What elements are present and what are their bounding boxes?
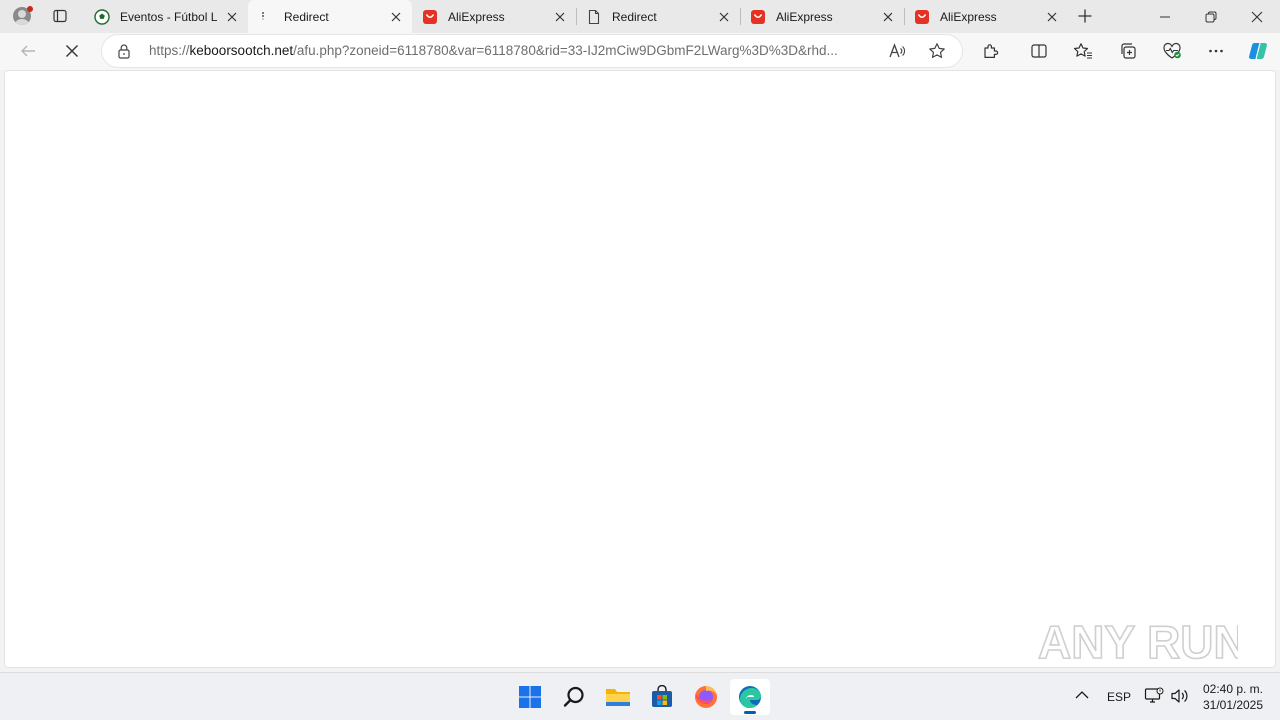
- search-button[interactable]: [554, 679, 594, 715]
- show-hidden-icons-button[interactable]: [1074, 687, 1090, 706]
- store-icon: [652, 685, 672, 707]
- settings-more-button[interactable]: [1201, 37, 1231, 65]
- close-window-button[interactable]: [1234, 0, 1280, 33]
- page-content[interactable]: [4, 70, 1276, 668]
- collections-button[interactable]: [1113, 37, 1143, 65]
- aliexpress-icon: [914, 9, 930, 25]
- url-host: keboorsootch.net: [189, 43, 294, 58]
- tab-title: AliExpress: [940, 9, 997, 24]
- tab-redirect-2[interactable]: Redirect: [576, 0, 740, 33]
- new-tab-button[interactable]: [1070, 4, 1100, 28]
- plus-icon: [1078, 9, 1092, 23]
- clock-date: 31/01/2025: [1202, 698, 1264, 712]
- microsoft-store-button[interactable]: [642, 679, 682, 715]
- search-icon: [563, 686, 584, 707]
- aliexpress-icon: [750, 9, 766, 25]
- anyrun-watermark: ANY RUN: [1037, 608, 1247, 669]
- url-scheme: https://: [149, 43, 190, 58]
- read-aloud-icon[interactable]: [884, 39, 910, 63]
- folder-icon: [606, 689, 630, 706]
- notification-dot: [27, 6, 33, 12]
- back-arrow-icon: [21, 45, 35, 57]
- more-dots-icon: [1209, 49, 1223, 53]
- stop-loading-button[interactable]: [57, 37, 87, 65]
- restore-icon: [1205, 11, 1217, 22]
- tab-title: Eventos - Fútbol Li: [120, 9, 218, 24]
- input-language-indicator[interactable]: ESP: [1107, 690, 1131, 704]
- clock-time: 02:40 p. m.: [1202, 682, 1264, 696]
- tab-redirect-active[interactable]: Redirect: [248, 0, 412, 33]
- firefox-button[interactable]: [686, 679, 726, 715]
- url-text[interactable]: https://keboorsootch.net/afu.php?zoneid=…: [149, 43, 877, 58]
- loading-icon: [258, 9, 274, 25]
- close-tab-icon[interactable]: [1044, 9, 1060, 25]
- tab-actions-icon: [53, 9, 67, 23]
- favorites-icon: [1073, 43, 1092, 59]
- tab-title: AliExpress: [776, 9, 833, 24]
- aliexpress-icon: [422, 9, 438, 25]
- watermark-text-any: ANY RUN: [1038, 616, 1238, 668]
- puzzle-piece-icon: [984, 44, 999, 58]
- windows-logo-icon: [519, 686, 541, 708]
- network-monitor-icon: [1144, 687, 1164, 703]
- close-tab-icon[interactable]: [388, 9, 404, 25]
- favorites-button[interactable]: [1068, 37, 1098, 65]
- start-button[interactable]: [510, 679, 550, 715]
- address-bar[interactable]: https://keboorsootch.net/afu.php?zoneid=…: [102, 35, 962, 67]
- soccer-ball-icon: [94, 8, 110, 25]
- tab-aliexpress-3[interactable]: AliExpress: [904, 0, 1068, 33]
- firefox-icon: [695, 686, 717, 708]
- split-screen-button[interactable]: [1024, 37, 1054, 65]
- tab-list: Eventos - Fútbol Li Redirect AliExpress: [84, 0, 1068, 33]
- system-clock[interactable]: 02:40 p. m. 31/01/2025: [1198, 681, 1268, 713]
- edge-icon: [739, 686, 761, 708]
- close-tab-icon[interactable]: [552, 9, 568, 25]
- lock-icon[interactable]: [116, 43, 132, 59]
- file-explorer-button[interactable]: [598, 679, 638, 715]
- edge-browser-button[interactable]: [730, 679, 770, 715]
- url-path: /afu.php?zoneid=6118780&var=6118780&rid=…: [293, 43, 838, 58]
- stop-icon: [66, 45, 78, 57]
- tab-strip: Eventos - Fútbol Li Redirect AliExpress: [0, 0, 1280, 33]
- extensions-button[interactable]: [976, 37, 1006, 65]
- page-icon: [586, 9, 602, 25]
- restore-button[interactable]: [1188, 0, 1234, 33]
- close-tab-icon[interactable]: [880, 9, 896, 25]
- volume-button[interactable]: [1170, 687, 1190, 708]
- heart-pulse-icon: [1163, 42, 1181, 59]
- back-button[interactable]: [13, 37, 43, 65]
- copilot-icon: [1249, 42, 1267, 60]
- chevron-up-icon: [1075, 691, 1089, 699]
- split-screen-icon: [1031, 44, 1047, 58]
- tab-title: AliExpress: [448, 9, 505, 24]
- browser-toolbar: https://keboorsootch.net/afu.php?zoneid=…: [0, 33, 1280, 70]
- tab-aliexpress-1[interactable]: AliExpress: [412, 0, 576, 33]
- tab-eventos[interactable]: Eventos - Fútbol Li: [84, 0, 248, 33]
- close-icon: [1251, 11, 1263, 22]
- tab-actions-button[interactable]: [46, 5, 74, 27]
- browser-essentials-button[interactable]: [1157, 37, 1187, 65]
- tab-aliexpress-2[interactable]: AliExpress: [740, 0, 904, 33]
- collections-icon: [1121, 43, 1136, 59]
- copilot-button[interactable]: [1243, 37, 1273, 65]
- close-tab-icon[interactable]: [224, 9, 240, 25]
- minimize-icon: [1160, 16, 1170, 17]
- tab-title: Redirect: [284, 9, 329, 24]
- screen: Eventos - Fútbol Li Redirect AliExpress: [0, 0, 1280, 720]
- add-favorite-star-icon[interactable]: [924, 39, 950, 63]
- profile-button[interactable]: [8, 3, 36, 29]
- close-tab-icon[interactable]: [716, 9, 732, 25]
- windows-taskbar: ESP 02:40 p. m. 31/01/2025: [0, 672, 1280, 720]
- tab-title: Redirect: [612, 9, 657, 24]
- minimize-button[interactable]: [1142, 0, 1188, 33]
- speaker-icon: [1171, 689, 1188, 703]
- network-button[interactable]: [1144, 687, 1164, 708]
